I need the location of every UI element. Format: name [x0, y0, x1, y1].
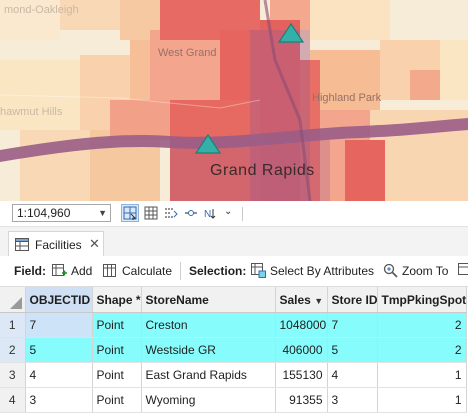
- cell-objectid[interactable]: 7: [25, 313, 92, 338]
- column-header-objectid[interactable]: OBJECTID *: [25, 287, 92, 313]
- chevron-down-icon[interactable]: ⌄: [224, 206, 232, 217]
- row-number[interactable]: 3: [0, 363, 25, 388]
- tab-facilities[interactable]: Facilities ✕: [8, 231, 104, 257]
- add-field-button[interactable]: Add: [71, 264, 92, 278]
- corner-triangle-icon: [10, 297, 22, 309]
- close-icon[interactable]: ✕: [89, 236, 100, 252]
- cell-storename[interactable]: Westside GR: [141, 338, 275, 363]
- snapping-grid-icon[interactable]: [122, 205, 138, 221]
- column-header-store-id[interactable]: Store ID: [327, 287, 377, 313]
- column-header-shape[interactable]: Shape *: [92, 287, 141, 313]
- cell-tmppkingspots[interactable]: 2: [377, 338, 466, 363]
- map-view[interactable]: mond-Oakleigh West Grand Highland Park h…: [0, 0, 468, 201]
- cell-store-id[interactable]: 5: [327, 338, 377, 363]
- table-icon: [15, 238, 29, 251]
- map-label-west-grand: West Grand: [158, 47, 217, 59]
- column-header-tmppkingspots[interactable]: TmpPkingSpots: [377, 287, 466, 313]
- map-label-shawmut-hills: hawmut Hills: [0, 106, 62, 118]
- row-number[interactable]: 4: [0, 388, 25, 413]
- row-number[interactable]: 1: [0, 313, 25, 338]
- table-row[interactable]: 2 5 Point Westside GR 406000 5 2: [0, 338, 466, 363]
- map-toolbar: 1:104,960 ▼ N ⌄: [0, 201, 468, 226]
- cell-tmppkingspots[interactable]: 2: [377, 313, 466, 338]
- selection-group-label: Selection:: [189, 264, 246, 278]
- cell-objectid[interactable]: 4: [25, 363, 92, 388]
- ribbon-divider: [180, 262, 181, 280]
- map-label-highland-park: Highland Park: [312, 92, 381, 104]
- scale-dropdown[interactable]: 1:104,960 ▼: [12, 204, 111, 222]
- cell-objectid[interactable]: 5: [25, 338, 92, 363]
- cell-sales[interactable]: 406000: [275, 338, 327, 363]
- constraints-icon[interactable]: [183, 205, 199, 221]
- cell-objectid[interactable]: 3: [25, 388, 92, 413]
- zoom-to-button[interactable]: Zoom To: [402, 264, 448, 278]
- cell-shape[interactable]: Point: [92, 388, 141, 413]
- cell-sales[interactable]: 91355: [275, 388, 327, 413]
- cell-store-id[interactable]: 3: [327, 388, 377, 413]
- tab-label: Facilities: [35, 238, 82, 252]
- scale-value: 1:104,960: [17, 206, 70, 220]
- cell-storename[interactable]: East Grand Rapids: [141, 363, 275, 388]
- sort-descending-icon: ▼: [314, 296, 323, 306]
- zoom-to-icon: [383, 263, 398, 278]
- cell-shape[interactable]: Point: [92, 363, 141, 388]
- select-all-corner[interactable]: [0, 287, 25, 313]
- select-by-attributes-icon: [251, 263, 266, 278]
- map-label-city: Grand Rapids: [210, 162, 315, 180]
- table-header-row: OBJECTID * Shape * StoreName Sales ▼ Sto…: [0, 287, 466, 313]
- table-row[interactable]: 1 7 Point Creston 1048000 7 2: [0, 313, 466, 338]
- map-label-neighborhood: mond-Oakleigh: [4, 4, 79, 16]
- row-number[interactable]: 2: [0, 338, 25, 363]
- column-header-sales[interactable]: Sales ▼: [275, 287, 327, 313]
- cell-tmppkingspots[interactable]: 1: [377, 388, 466, 413]
- table-row[interactable]: 4 3 Point Wyoming 91355 3 1: [0, 388, 466, 413]
- cell-storename[interactable]: Creston: [141, 313, 275, 338]
- table-ribbon: Field: Add Calculate Selection: Select B…: [0, 256, 468, 287]
- grid-icon[interactable]: [143, 205, 159, 221]
- north-arrow-icon[interactable]: N: [203, 205, 219, 221]
- cell-sales[interactable]: 155130: [275, 363, 327, 388]
- cell-store-id[interactable]: 4: [327, 363, 377, 388]
- svg-text:N: N: [204, 209, 211, 220]
- select-by-attributes-button[interactable]: Select By Attributes: [270, 264, 374, 278]
- attribute-table: OBJECTID * Shape * StoreName Sales ▼ Sto…: [0, 287, 468, 408]
- column-header-storename[interactable]: StoreName: [141, 287, 275, 313]
- correction-icon[interactable]: [163, 205, 179, 221]
- attribute-table-tab-strip: Facilities ✕: [0, 226, 468, 257]
- calculate-field-button[interactable]: Calculate: [122, 264, 172, 278]
- cell-sales[interactable]: 1048000: [275, 313, 327, 338]
- cell-tmppkingspots[interactable]: 1: [377, 363, 466, 388]
- table-row[interactable]: 3 4 Point East Grand Rapids 155130 4 1: [0, 363, 466, 388]
- add-field-icon: [52, 263, 67, 278]
- cell-shape[interactable]: Point: [92, 313, 141, 338]
- cell-storename[interactable]: Wyoming: [141, 388, 275, 413]
- cell-store-id[interactable]: 7: [327, 313, 377, 338]
- calculate-field-icon: [103, 263, 118, 278]
- toolbar-divider: [242, 207, 243, 221]
- cell-shape[interactable]: Point: [92, 338, 141, 363]
- switch-selection-icon[interactable]: [458, 263, 468, 278]
- field-group-label: Field:: [14, 264, 46, 278]
- chevron-down-icon: ▼: [98, 205, 107, 221]
